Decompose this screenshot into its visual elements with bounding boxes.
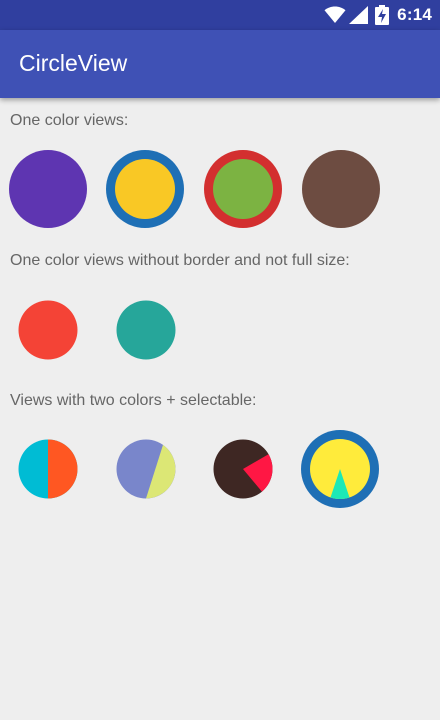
indigo-lime-circle[interactable] [116,439,176,499]
battery-charging-icon [375,5,390,25]
section-label-one-color: One color views: [10,112,129,129]
wifi-icon [324,6,346,23]
signal-icon [349,6,369,24]
section-label-two-colors: Views with two colors + selectable: [10,392,257,409]
section-label-no-border: One color views without border and not f… [10,252,350,269]
dark-pink-circle[interactable] [213,439,273,499]
green-circle-red-border[interactable] [204,150,282,228]
app-bar: CircleView [0,30,440,98]
status-icons: 6:14 [324,0,432,30]
red-circle[interactable] [18,300,78,360]
brown-circle[interactable] [302,150,380,228]
yellow-turquoise-circle[interactable] [301,430,379,508]
clock: 6:14 [397,5,432,24]
yellow-circle-blue-border[interactable] [106,150,184,228]
app-title: CircleView [19,50,128,76]
cyan-orange-circle[interactable] [18,439,78,499]
teal-circle[interactable] [116,300,176,360]
status-bar: 6:14 [0,0,440,30]
purple-circle[interactable] [9,150,87,228]
